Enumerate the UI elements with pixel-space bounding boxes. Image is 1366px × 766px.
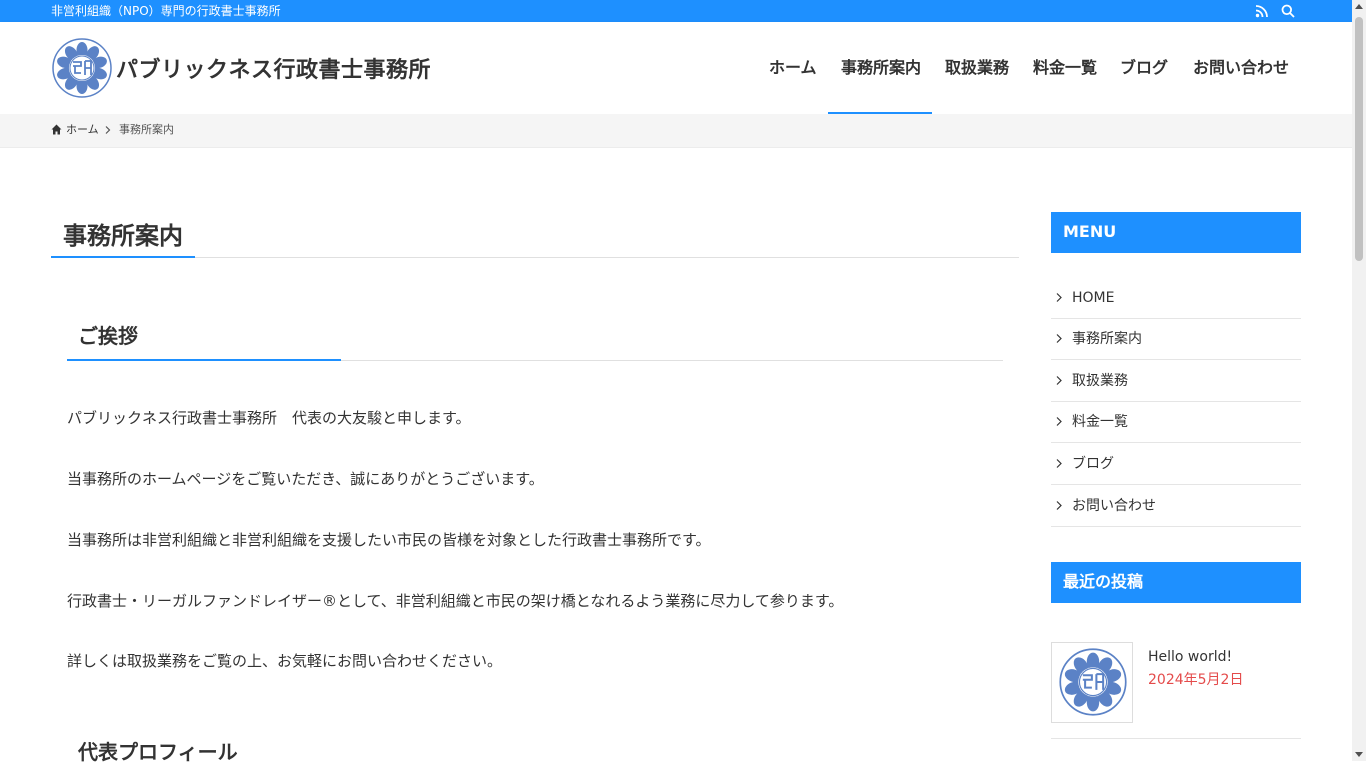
widget-title-label: MENU xyxy=(1063,222,1117,241)
sidebar-item-fees[interactable]: 料金一覧 xyxy=(1051,401,1301,443)
scroll-up-arrow-icon[interactable] xyxy=(1355,3,1363,9)
nav-item-office[interactable]: 事務所案内 xyxy=(828,22,932,114)
site-title: パブリックネス行政書士事務所 xyxy=(116,58,432,83)
scroll-thumb[interactable] xyxy=(1355,17,1363,261)
chevron-right-icon xyxy=(105,126,111,134)
page-title: 事務所案内 xyxy=(63,222,183,250)
sidebar-item-label: 事務所案内 xyxy=(1072,331,1142,347)
nav-item-label: 事務所案内 xyxy=(841,58,922,77)
chevron-right-icon xyxy=(1056,417,1062,426)
sidebar-item-label: ブログ xyxy=(1072,456,1114,472)
flower-emblem-logo-icon xyxy=(1059,648,1127,716)
sidebar-item-label: 取扱業務 xyxy=(1072,373,1128,389)
chevron-right-icon xyxy=(1056,293,1062,302)
paragraph: パブリックネス行政書士事務所 代表の大友駿と申します。 xyxy=(67,409,471,427)
chevron-right-icon xyxy=(1056,376,1062,385)
sidebar-menu-title: MENU xyxy=(1051,212,1301,253)
sidebar-item-services[interactable]: 取扱業務 xyxy=(1051,360,1301,402)
search-icon[interactable] xyxy=(1281,4,1295,18)
chevron-right-icon xyxy=(1056,334,1062,343)
nav-item-home[interactable]: ホーム xyxy=(758,22,828,114)
top-bar: 非営利組織（NPO）専門の行政書士事務所 xyxy=(0,0,1352,22)
chevron-right-icon xyxy=(1056,501,1062,510)
breadcrumb-home-link[interactable]: ホーム xyxy=(66,123,99,137)
nav-item-services[interactable]: 取扱業務 xyxy=(932,22,1020,114)
section-heading-accent xyxy=(67,359,341,361)
site-logo-link[interactable]: パブリックネス行政書士事務所 xyxy=(51,37,431,99)
nav-item-label: お問い合わせ xyxy=(1193,58,1290,77)
sidebar-item-office[interactable]: 事務所案内 xyxy=(1051,318,1301,360)
post-date: 2024年5月2日 xyxy=(1148,672,1244,688)
flower-emblem-logo-icon xyxy=(52,38,112,98)
paragraph: 当事務所は非営利組織と非営利組織を支援したい市民の皆様を対象とした行政書士事務所… xyxy=(67,531,711,549)
scroll-down-arrow-icon[interactable] xyxy=(1355,752,1363,758)
page-title-rule xyxy=(51,257,1019,258)
post-thumbnail[interactable] xyxy=(1051,642,1133,723)
nav-item-blog[interactable]: ブログ xyxy=(1108,22,1180,114)
section-heading-profile: 代表プロフィール xyxy=(78,740,238,764)
sidebar-item-home[interactable]: HOME xyxy=(1051,277,1301,319)
breadcrumb-current: 事務所案内 xyxy=(119,123,174,136)
sidebar-item-blog[interactable]: ブログ xyxy=(1051,443,1301,485)
site-tagline: 非営利組織（NPO）専門の行政書士事務所 xyxy=(51,4,281,18)
nav-item-label: ホーム xyxy=(769,58,817,77)
widget-title-label: 最近の投稿 xyxy=(1063,572,1144,591)
nav-item-contact[interactable]: お問い合わせ xyxy=(1180,22,1300,114)
home-icon xyxy=(51,124,62,135)
paragraph: 詳しくは取扱業務をご覧の上、お気軽にお問い合わせください。 xyxy=(67,652,503,670)
nav-item-label: ブログ xyxy=(1120,58,1169,77)
paragraph: 当事務所のホームページをご覧いただき、誠にありがとうございます。 xyxy=(67,470,544,488)
page-scrollbar[interactable] xyxy=(1352,0,1366,761)
page-title-accent xyxy=(51,256,195,258)
sidebar-item-label: 料金一覧 xyxy=(1072,414,1128,430)
site-header: パブリックネス行政書士事務所 ホーム 事務所案内 取扱業務 料金一覧 ブログ お… xyxy=(0,22,1352,114)
sidebar-item-label: HOME xyxy=(1072,290,1115,306)
sidebar-item-label: お問い合わせ xyxy=(1072,498,1156,514)
sidebar-item-contact[interactable]: お問い合わせ xyxy=(1051,485,1301,527)
post-title-link[interactable]: Hello world! xyxy=(1148,648,1232,666)
sidebar-recent-title: 最近の投稿 xyxy=(1051,562,1301,603)
recent-post-card[interactable]: Hello world! 2024年5月2日 xyxy=(1051,642,1301,739)
rss-icon[interactable] xyxy=(1255,4,1269,18)
paragraph: 行政書士・リーガルファンドレイザー®として、非営利組織と市民の架け橋となれるよう… xyxy=(67,592,844,610)
chevron-right-icon xyxy=(1056,459,1062,468)
nav-item-label: 料金一覧 xyxy=(1033,58,1098,77)
nav-item-fees[interactable]: 料金一覧 xyxy=(1020,22,1108,114)
breadcrumb: ホーム 事務所案内 xyxy=(0,114,1352,148)
nav-item-label: 取扱業務 xyxy=(945,58,1010,77)
section-heading-greeting: ご挨拶 xyxy=(78,324,138,348)
